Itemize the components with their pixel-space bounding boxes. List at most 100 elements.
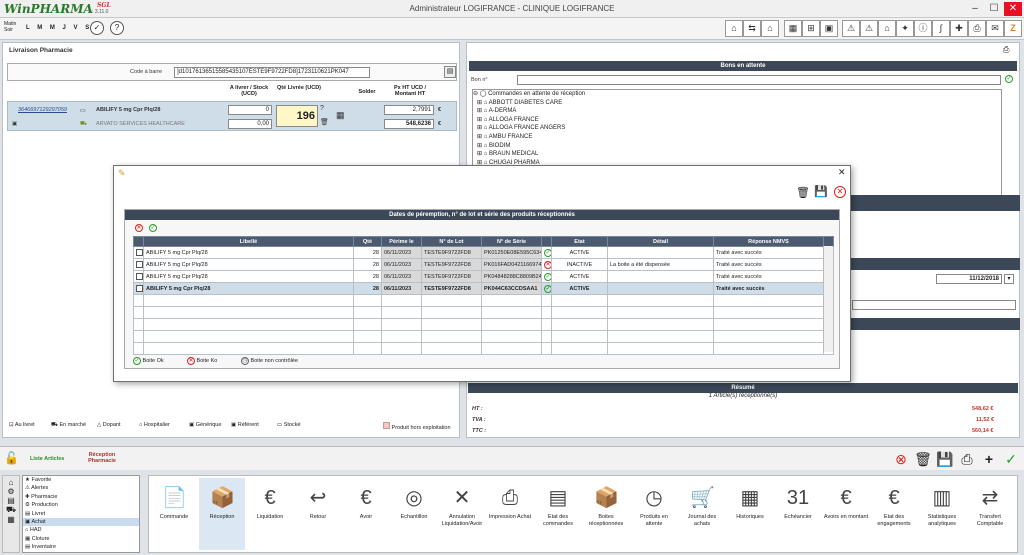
module-button[interactable]: ⎙ Impression Achat — [487, 478, 533, 550]
maximize-icon[interactable]: ☐ — [985, 2, 1003, 16]
qr-code-icon[interactable]: ▦ — [336, 110, 345, 121]
table-row[interactable]: ABILIFY 5 mg Cpr Plq/28 28 06/11/2023 TE… — [133, 282, 834, 295]
scan-icon[interactable]: ▤ — [444, 66, 456, 78]
warning-icon[interactable]: ⚠ — [842, 20, 860, 37]
module-button[interactable]: 📦 Réception — [199, 478, 245, 550]
module-button[interactable]: ↩ Retour — [295, 478, 341, 550]
info-icon[interactable]: ⓘ — [914, 20, 932, 37]
barcode-input[interactable]: ]d10176136515585435107ESTE9F9722FD8]1723… — [174, 67, 370, 78]
col-etat[interactable]: Etat — [551, 236, 608, 247]
side-icon-5[interactable]: ▦ — [3, 515, 19, 524]
dialog-close-icon[interactable]: ✕ — [838, 167, 846, 178]
cell-serie[interactable]: PK016FAD0421166974 — [481, 258, 542, 271]
module-button[interactable]: ▦ Historiques — [727, 478, 773, 550]
trash-small-icon[interactable]: 🗑 — [320, 118, 329, 126]
qte-livree-field[interactable]: 196 — [276, 105, 318, 127]
cell-perime[interactable]: 06/11/2023 — [381, 282, 422, 295]
table-row[interactable]: ABILIFY 5 mg Cpr Plq/28 28 06/11/2023 TE… — [133, 270, 834, 283]
side-icon-2[interactable]: ⚙ — [3, 487, 19, 496]
bon-input[interactable] — [517, 75, 1001, 85]
tree-root[interactable]: ⊖ ◯ Commandes en attente de réception — [473, 90, 1001, 99]
row-checkbox[interactable] — [136, 261, 143, 268]
module-button[interactable]: ✕ Annulation Liquidation/Avoir — [439, 478, 485, 550]
menu-item[interactable]: ▤ Inventaire — [23, 543, 139, 551]
tree-node[interactable]: ⊞ ⌂ AMBU FRANCE — [473, 133, 1001, 142]
megaphone-icon[interactable]: ✦ — [896, 20, 914, 37]
col-nmvs[interactable]: Réponse NMVS — [713, 236, 824, 247]
col-lot[interactable]: N° de Lot — [421, 236, 482, 247]
date-field[interactable]: 11/12/2018 — [936, 274, 1002, 284]
module-button[interactable]: ◎ Echantillon — [391, 478, 437, 550]
menu-item[interactable]: ⚠ Alertes — [23, 484, 139, 492]
date-picker-icon[interactable]: ▾ — [1004, 274, 1014, 284]
module-button[interactable]: 🛒 Journal des achats — [679, 478, 725, 550]
tab-liste-articles[interactable]: Liste Articles — [30, 456, 64, 462]
hospital-icon[interactable]: ⌂ — [761, 20, 779, 37]
module-button[interactable]: € Avoirs en montant — [823, 478, 869, 550]
cell-lot[interactable]: TESTE9F9722FD8 — [421, 270, 482, 283]
menu-item[interactable]: ▤ Livret — [23, 510, 139, 518]
menu-item[interactable]: ✚ Pharmacie — [23, 493, 139, 501]
cell-perime[interactable]: 06/11/2023 — [381, 270, 422, 283]
blocks-icon[interactable]: ▣ — [820, 20, 838, 37]
trash-big-icon[interactable]: 🗑 — [914, 450, 932, 468]
module-button[interactable]: € Liquidation — [247, 478, 293, 550]
validate-icon[interactable]: ✓ — [90, 21, 104, 35]
network-icon[interactable]: ⊞ — [802, 20, 820, 37]
a-livrer-field[interactable]: 0 — [228, 105, 272, 115]
home-icon[interactable]: ⌂ — [725, 20, 743, 37]
row-checkbox[interactable] — [136, 285, 143, 292]
menu-item[interactable]: ▦ Cloture — [23, 535, 139, 543]
print-small-icon[interactable]: ⎙ — [1003, 45, 1009, 55]
z-icon[interactable]: Z — [1004, 20, 1022, 37]
add-big-icon[interactable]: + — [980, 450, 998, 468]
cell-lot[interactable]: TESTE9F9722FD8 — [421, 258, 482, 271]
table-row[interactable]: ABILIFY 5 mg Cpr Plq/28 28 06/11/2023 TE… — [133, 258, 834, 271]
select-field[interactable] — [852, 300, 1016, 310]
menu-item[interactable]: ⚙ Production — [23, 501, 139, 509]
table-row[interactable]: ABILIFY 5 mg Cpr Plq/28 28 06/11/2023 TE… — [133, 246, 834, 259]
dialog-save-icon[interactable]: 💾 — [814, 185, 828, 198]
mail-icon[interactable]: ✉ — [986, 20, 1004, 37]
col-serie[interactable]: N° de Série — [481, 236, 542, 247]
side-icon-1[interactable]: ⌂ — [3, 478, 19, 487]
cell-serie[interactable]: PK04848288C8809B24 — [481, 270, 542, 283]
delivery-row[interactable]: 3646697129297059 ▭ ABILIFY 5 mg Cpr Plq/… — [7, 101, 457, 131]
menu-item[interactable]: ⌂ HAD — [23, 526, 139, 534]
menu-item[interactable]: ▣ Achat — [23, 517, 139, 527]
module-button[interactable]: € Etat des engagements — [871, 478, 917, 550]
building-icon[interactable]: ▦ — [784, 20, 802, 37]
cell-serie[interactable]: PK044C63CCDSAA1 — [481, 282, 542, 295]
grid-scrollbar[interactable] — [823, 246, 833, 352]
module-button[interactable]: ◷ Produits en attente — [631, 478, 677, 550]
dialog-trash-icon[interactable]: 🗑 — [796, 186, 810, 199]
menu-item[interactable]: ★ Favorite — [23, 476, 139, 484]
transfer-icon[interactable]: ⇆ — [743, 20, 761, 37]
check-all-icon[interactable]: ✓ — [149, 224, 157, 232]
alert-house-icon[interactable]: ⌂ — [878, 20, 896, 37]
dialog-cancel-icon[interactable]: ✕ — [834, 186, 846, 198]
price-field[interactable]: 2,7991 — [384, 105, 434, 115]
close-window-icon[interactable]: ✕ — [1004, 2, 1022, 16]
print-icon[interactable]: ⎙ — [968, 20, 986, 37]
tree-node[interactable]: ⊞ ⌂ ALLOGA FRANCE ANGERS — [473, 124, 1001, 133]
cell-serie[interactable]: PK01250E08E595C634 — [481, 246, 542, 259]
medical-cross-icon[interactable]: ✚ — [950, 20, 968, 37]
module-button[interactable]: 📄 Commande — [151, 478, 197, 550]
col-libelle[interactable]: Libellé — [143, 236, 354, 247]
product-code[interactable]: 3646697129297059 — [18, 107, 67, 113]
tree-node[interactable]: ⊞ ⌂ A-DERMA — [473, 107, 1001, 116]
tree-node[interactable]: ⊞ ⌂ ALLOGA FRANCE — [473, 116, 1001, 125]
tab-reception[interactable]: Réception Pharmacie — [82, 452, 122, 464]
cell-lot[interactable]: TESTE9F9722FD8 — [421, 282, 482, 295]
row-checkbox[interactable] — [136, 249, 143, 256]
tree-node[interactable]: ⊞ ⌂ ABBOTT DIABETES CARE — [473, 99, 1001, 108]
module-button[interactable]: ▤ Etat des commandes — [535, 478, 581, 550]
print-big-icon[interactable]: ⎙ — [958, 450, 976, 468]
cell-lot[interactable]: TESTE9F9722FD8 — [421, 246, 482, 259]
module-button[interactable]: 📦 Boites réceptionnées — [583, 478, 629, 550]
tree-node[interactable]: ⊞ ⌂ BIODIM — [473, 142, 1001, 151]
col-qte[interactable]: Qté — [353, 236, 382, 247]
question-icon[interactable]: ? — [320, 105, 324, 112]
validate-big-icon[interactable]: ✓ — [1002, 450, 1020, 468]
